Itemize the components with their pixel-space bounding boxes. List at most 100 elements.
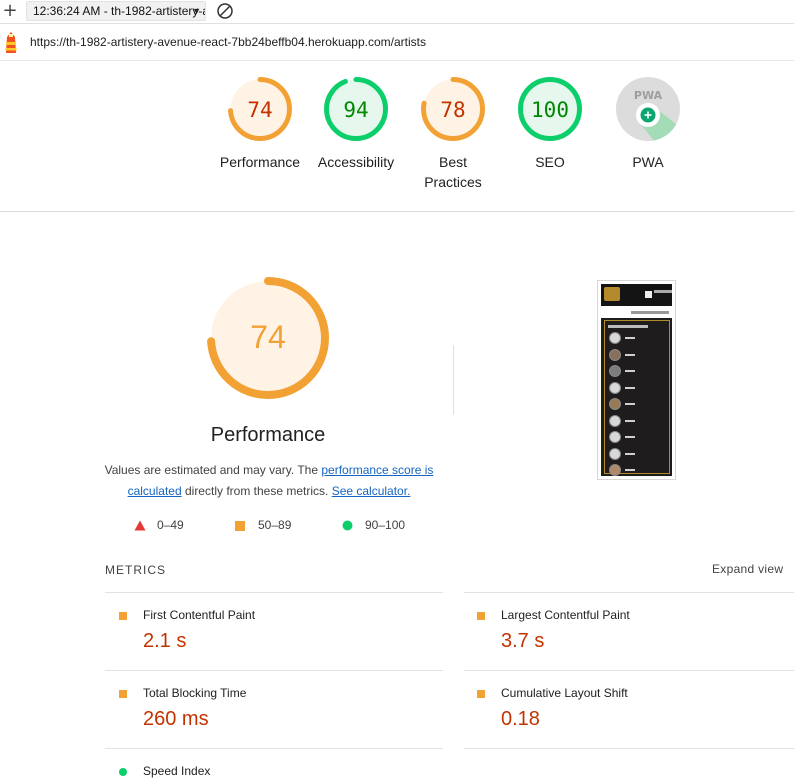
gauge-best-practices[interactable]: 78 Best Practices (403, 76, 503, 192)
metric-largest-contentful-paint: Largest Contentful Paint 3.7 s (463, 593, 793, 665)
metric-name: Cumulative Layout Shift (501, 686, 628, 700)
report-url[interactable]: https://th-1982-artistery-avenue-react-7… (30, 35, 426, 49)
screenshot-profile-row (607, 348, 669, 363)
description-text-middle: directly from these metrics. (181, 484, 332, 498)
legend-average-range: 50–89 (258, 518, 292, 532)
circle-icon (119, 768, 127, 776)
metric-value: 3.7 s (501, 630, 545, 652)
circle-icon (342, 520, 353, 531)
gauge-accessibility-score: 94 (343, 98, 368, 122)
gauge-performance-label: Performance (219, 154, 301, 170)
screenshot-header-text (654, 290, 672, 293)
screenshot-profile-name (625, 419, 635, 422)
devtools-toolbar: + 12:36:24 AM - th-1982-artistery-avenue… (0, 0, 794, 24)
screenshot-profile-row (607, 414, 669, 429)
performance-title: Performance (210, 424, 326, 446)
screenshot-logo (604, 287, 620, 301)
screenshot-profile-row (607, 398, 669, 412)
metric-name: First Contentful Paint (143, 608, 256, 622)
gauge-performance[interactable]: 74 Performance (210, 76, 310, 172)
screenshot-profile-name (625, 386, 635, 389)
metric-value: 260 ms (143, 708, 209, 730)
avatar (609, 332, 621, 344)
vertical-divider (453, 345, 454, 415)
gauge-pwa[interactable]: PWA PWA (598, 76, 698, 172)
screenshot-profile-row (607, 431, 669, 445)
square-icon (119, 690, 127, 698)
screenshot-subheader-text (631, 311, 669, 314)
category-gauges: 74 Performance 94 Accessibility 78 Best … (0, 62, 794, 212)
gauge-seo-ring: 100 (518, 77, 582, 141)
gauge-best-practices-ring: 78 (421, 77, 485, 141)
pwa-badge-icon: PWA (616, 77, 680, 141)
gauge-best-practices-label-line1: Best (438, 154, 467, 170)
report-selector[interactable]: 12:36:24 AM - th-1982-artistery-avenue-r… (26, 1, 206, 21)
metric-value: 2.1 s (143, 630, 187, 652)
avatar (609, 348, 621, 361)
gauge-best-practices-score: 78 (440, 98, 465, 122)
see-calculator-link[interactable]: See calculator. (332, 484, 411, 498)
metrics-divider (464, 748, 794, 749)
avatar (609, 431, 621, 443)
new-report-button[interactable]: + (1, 1, 19, 21)
expand-view-toggle[interactable]: Expand view (712, 562, 783, 576)
metric-cumulative-layout-shift: Cumulative Layout Shift 0.18 (463, 671, 793, 743)
screenshot-image (601, 284, 672, 476)
legend-fail-range: 0–49 (157, 518, 184, 532)
gauge-seo[interactable]: 100 SEO (500, 76, 600, 172)
gauge-accessibility-label: Accessibility (317, 154, 395, 170)
metric-name: Total Blocking Time (143, 686, 247, 700)
screenshot-profile-name (625, 469, 635, 471)
screenshot-profile-row (607, 381, 669, 396)
avatar (609, 365, 621, 377)
gauge-accessibility-ring: 94 (324, 77, 388, 141)
gauge-seo-score: 100 (531, 98, 569, 122)
avatar (609, 414, 621, 427)
legend-pass-range: 90–100 (365, 518, 406, 532)
triangle-icon (134, 520, 146, 531)
pwa-badge-text: PWA (634, 89, 663, 102)
screenshot-profile-name (625, 337, 635, 339)
screenshot-profile-row (607, 365, 669, 379)
screenshot-profile-name (625, 403, 635, 405)
metric-name: Speed Index (143, 764, 211, 778)
performance-description: Values are estimated and may vary. The p… (104, 460, 434, 502)
screenshot-profile-row (607, 447, 669, 462)
performance-gauge: 74 (207, 277, 329, 399)
gauge-seo-label: SEO (535, 154, 565, 170)
metric-value: 0.18 (501, 708, 540, 730)
description-text: Values are estimated and may vary. The (104, 463, 322, 477)
square-icon (119, 612, 127, 620)
gauge-accessibility[interactable]: 94 Accessibility (306, 76, 406, 172)
screenshot-profile-row (607, 464, 669, 476)
report-url-bar: https://th-1982-artistery-avenue-react-7… (0, 25, 794, 61)
avatar (609, 464, 621, 476)
square-icon (477, 690, 485, 698)
performance-score: 74 (250, 319, 286, 355)
screenshot-cart-icon (645, 291, 652, 298)
screenshot-profile-name (625, 436, 635, 438)
gauge-performance-score: 74 (247, 98, 272, 122)
screenshot-profile-name (625, 370, 635, 372)
metric-first-contentful-paint: First Contentful Paint 2.1 s (105, 593, 435, 665)
final-screenshot-thumbnail[interactable] (597, 280, 676, 480)
avatar (609, 447, 621, 460)
gauge-pwa-label: PWA (632, 154, 664, 170)
avatar (609, 398, 621, 410)
gauge-performance-ring: 74 (228, 77, 292, 141)
square-icon (477, 612, 485, 620)
gauge-best-practices-label-line2: Practices (424, 174, 482, 190)
square-icon (235, 521, 245, 531)
avatar (609, 381, 621, 394)
screenshot-profile-name (625, 452, 635, 455)
metrics-heading: METRICS (105, 563, 166, 577)
metric-speed-index: Speed Index (105, 749, 435, 783)
screenshot-list-heading (608, 325, 648, 328)
metric-total-blocking-time: Total Blocking Time 260 ms (105, 671, 435, 743)
lighthouse-icon (5, 32, 17, 53)
screenshot-profile-list (604, 320, 670, 476)
metric-name: Largest Contentful Paint (501, 608, 630, 622)
report-selector-label: 12:36:24 AM - th-1982-artistery-avenue-r… (33, 4, 205, 18)
clear-icon[interactable] (216, 2, 234, 20)
chevron-down-icon: ▼ (192, 6, 201, 16)
